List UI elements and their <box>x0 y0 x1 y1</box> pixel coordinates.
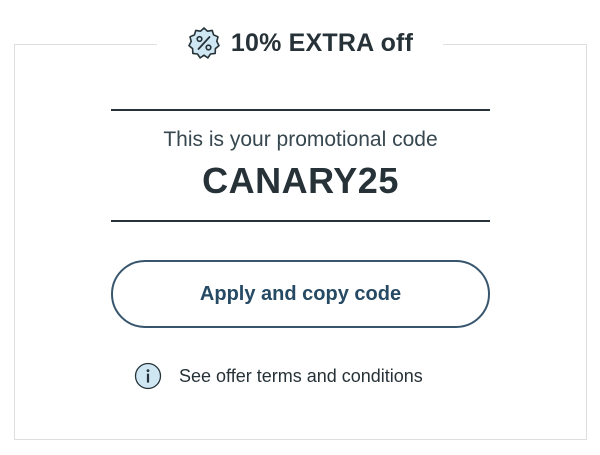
info-icon <box>134 362 162 390</box>
percent-badge-icon <box>187 26 221 60</box>
promo-card-header: 10% EXTRA off <box>157 22 443 64</box>
apply-copy-code-button[interactable]: Apply and copy code <box>111 260 490 328</box>
promo-code-value[interactable]: CANARY25 <box>111 160 490 202</box>
promo-code-caption: This is your promotional code <box>163 128 438 151</box>
offer-title: 10% EXTRA off <box>230 28 414 57</box>
offer-terms-link[interactable]: See offer terms and conditions <box>134 361 423 391</box>
promo-code-block: This is your promotional code CANARY25 <box>111 109 490 222</box>
offer-terms-label: See offer terms and conditions <box>179 365 423 386</box>
